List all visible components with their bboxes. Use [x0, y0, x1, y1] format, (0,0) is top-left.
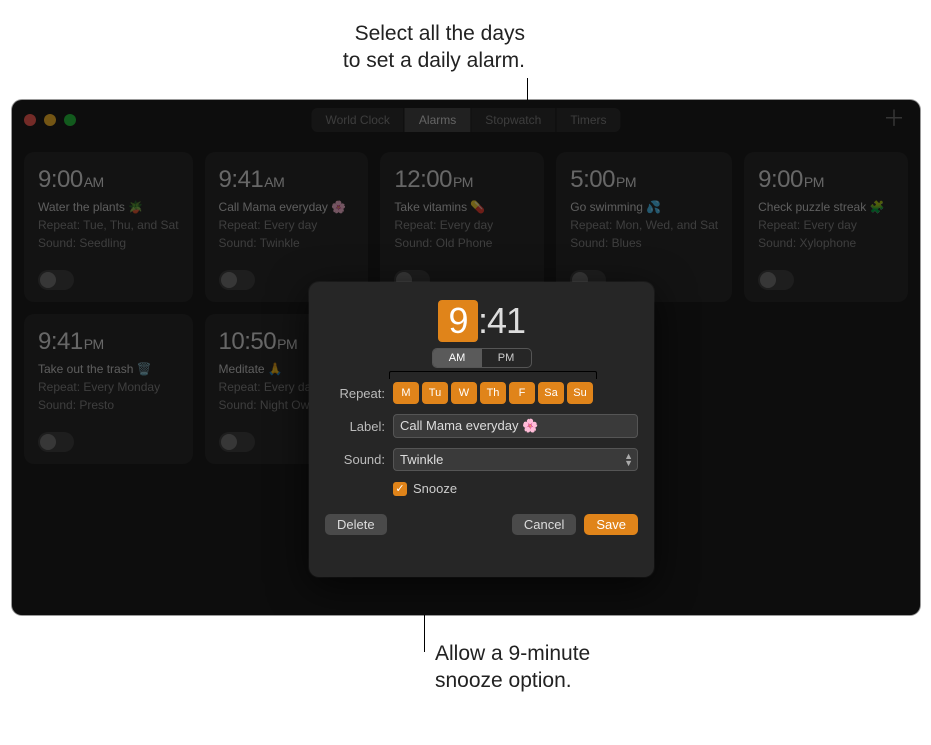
bracket-decoration: [389, 371, 597, 379]
edit-alarm-sheet: 9:41 AM PM Repeat: M Tu W Th F Sa Su Lab…: [309, 282, 654, 577]
day-sat[interactable]: Sa: [538, 382, 564, 404]
day-sun[interactable]: Su: [567, 382, 593, 404]
save-button[interactable]: Save: [584, 514, 638, 535]
snooze-checkbox[interactable]: ✓: [393, 482, 407, 496]
ampm-segmented[interactable]: AM PM: [432, 348, 532, 368]
label-input[interactable]: Call Mama everyday 🌸: [393, 414, 638, 438]
repeat-label: Repeat:: [325, 386, 385, 401]
day-fri[interactable]: F: [509, 382, 535, 404]
delete-button[interactable]: Delete: [325, 514, 387, 535]
cancel-button[interactable]: Cancel: [512, 514, 576, 535]
ampm-am[interactable]: AM: [433, 349, 482, 367]
day-wed[interactable]: W: [451, 382, 477, 404]
minute-field[interactable]: 41: [487, 300, 525, 341]
ampm-pm[interactable]: PM: [482, 349, 531, 367]
clock-app-window: World Clock Alarms Stopwatch Timers ＋ 9:…: [12, 100, 920, 615]
time-picker[interactable]: 9:41: [325, 300, 638, 342]
hour-field[interactable]: 9: [438, 300, 478, 342]
chevron-updown-icon: ▲▼: [624, 453, 631, 467]
day-mon[interactable]: M: [393, 382, 419, 404]
sound-select[interactable]: Twinkle ▲▼: [393, 448, 638, 471]
day-tue[interactable]: Tu: [422, 382, 448, 404]
sound-label: Sound:: [325, 452, 385, 467]
callout-snooze: Allow a 9-minute snooze option.: [435, 640, 635, 695]
sound-value: Twinkle: [400, 452, 443, 467]
snooze-label: Snooze: [413, 481, 457, 496]
callout-repeat-days: Select all the days to set a daily alarm…: [265, 20, 525, 75]
label-label: Label:: [325, 419, 385, 434]
day-thu[interactable]: Th: [480, 382, 506, 404]
repeat-days: M Tu W Th F Sa Su: [393, 382, 593, 404]
